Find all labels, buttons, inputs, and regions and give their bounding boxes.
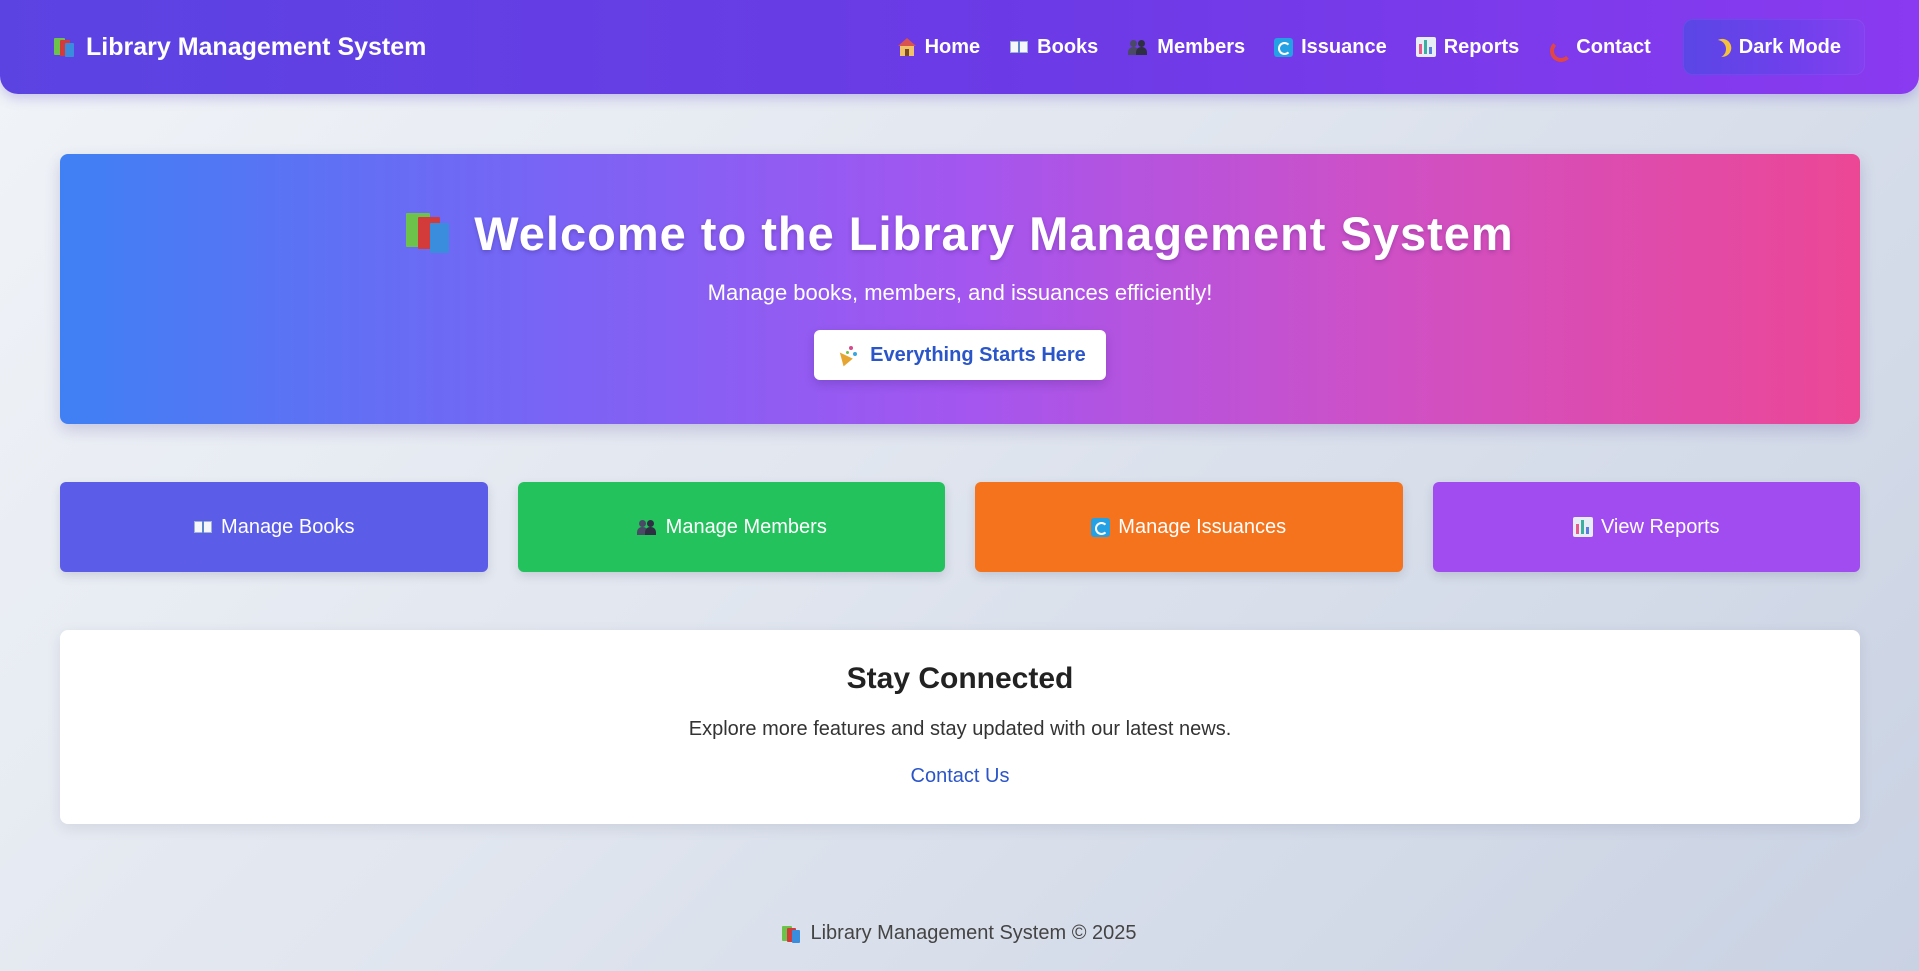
footer-text: Library Management System © 2025 (810, 922, 1137, 944)
nav-reports-link[interactable]: Reports (1415, 35, 1520, 59)
hero-title: Welcome to the Library Management System (406, 206, 1513, 261)
bar-chart-icon (1572, 517, 1593, 537)
footer: Library Management System © 2025 (0, 922, 1919, 945)
manage-books-card[interactable]: Manage Books (60, 482, 488, 572)
dark-mode-button[interactable]: Dark Mode (1682, 19, 1865, 75)
stay-connected-section: Stay Connected Explore more features and… (60, 630, 1860, 824)
everything-starts-here-button[interactable]: Everything Starts Here (814, 330, 1106, 380)
hero-banner: Welcome to the Library Management System… (60, 154, 1860, 424)
navbar: Library Management System Home Books Mem… (0, 0, 1919, 94)
action-cards: Manage Books Manage Members Manage Issua… (60, 482, 1860, 572)
open-book-icon (193, 518, 213, 536)
contact-us-link[interactable]: Contact Us (911, 765, 1010, 788)
nav-links: Home Books Members Issuance Reports Cont… (897, 0, 1865, 94)
hero-subtitle: Manage books, members, and issuances eff… (707, 280, 1213, 305)
cycle-icon (1274, 37, 1294, 57)
moon-icon (1706, 39, 1727, 60)
books-icon (406, 211, 454, 257)
brand[interactable]: Library Management System (54, 33, 426, 62)
hero-button-label: Everything Starts Here (870, 343, 1086, 366)
nav-books-link[interactable]: Books (1009, 36, 1098, 59)
nav-issuance-label: Issuance (1301, 35, 1387, 58)
nav-issuance-link[interactable]: Issuance (1274, 36, 1387, 59)
nav-members-link[interactable]: Members (1127, 36, 1245, 59)
books-icon (54, 36, 76, 58)
stay-connected-text: Explore more features and stay updated w… (688, 718, 1232, 740)
brand-title: Library Management System (86, 32, 427, 61)
hero-title-text: Welcome to the Library Management System (474, 207, 1514, 260)
nav-home-link[interactable]: Home (897, 35, 981, 59)
nav-contact-link[interactable]: Contact (1548, 36, 1650, 59)
view-reports-card[interactable]: View Reports (1432, 482, 1860, 572)
manage-issuances-card[interactable]: Manage Issuances (975, 482, 1403, 572)
people-icon (1127, 38, 1149, 56)
manage-issuances-label: Manage Issuances (1118, 515, 1287, 538)
dark-mode-label: Dark Mode (1738, 35, 1841, 58)
manage-books-label: Manage Books (221, 515, 355, 538)
nav-reports-label: Reports (1443, 35, 1520, 58)
view-reports-label: View Reports (1600, 515, 1720, 538)
nav-books-label: Books (1037, 35, 1099, 58)
stay-connected-title: Stay Connected (846, 662, 1074, 695)
party-popper-icon (835, 345, 858, 367)
cycle-icon (1091, 517, 1111, 537)
people-icon (636, 518, 658, 536)
manage-members-card[interactable]: Manage Members (517, 482, 945, 572)
bar-chart-icon (1415, 37, 1436, 57)
nav-home-label: Home (924, 35, 981, 58)
phone-icon (1548, 37, 1568, 57)
nav-contact-label: Contact (1576, 35, 1651, 58)
books-icon (782, 924, 802, 944)
nav-members-label: Members (1157, 35, 1246, 58)
house-icon (897, 37, 917, 57)
manage-members-label: Manage Members (665, 515, 827, 538)
open-book-icon (1009, 38, 1029, 56)
